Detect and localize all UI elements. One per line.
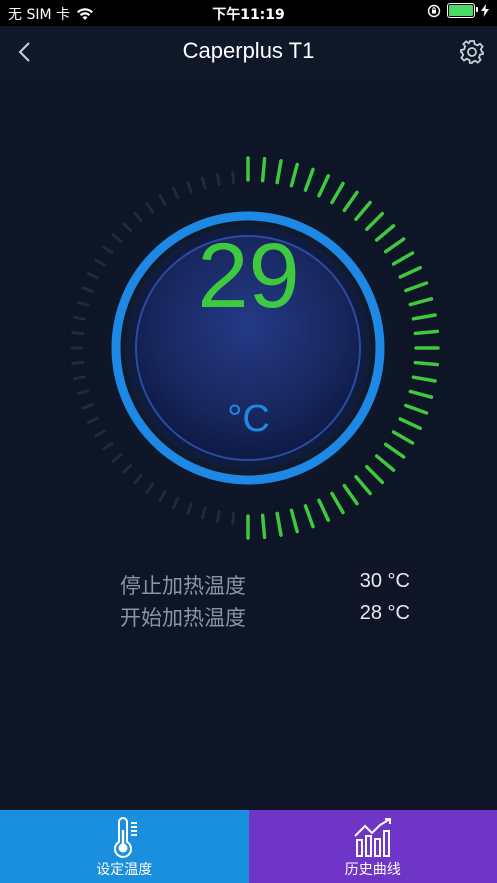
gauge-tick-active bbox=[289, 162, 299, 188]
gauge-tick bbox=[133, 211, 143, 223]
gauge-tick bbox=[200, 506, 207, 520]
status-time: 下午11:19 bbox=[212, 7, 285, 23]
gauge-tick-active bbox=[354, 474, 372, 496]
gauge-tick-active bbox=[408, 389, 434, 399]
status-right bbox=[427, 3, 489, 18]
status-bar: 无 SIM 卡 下午11:19 bbox=[0, 0, 497, 26]
gauge-tick bbox=[122, 463, 133, 474]
gauge-tick-active bbox=[330, 491, 345, 515]
orientation-lock-icon bbox=[427, 4, 441, 17]
gauge-tick-active bbox=[303, 167, 315, 192]
stop-heating-label: 停止加热温度 bbox=[120, 574, 246, 598]
gauge-tick bbox=[215, 173, 221, 187]
gauge-tick bbox=[158, 194, 167, 206]
gauge-tick-active bbox=[342, 190, 359, 213]
start-heating-row: 开始加热温度 28 °C bbox=[120, 602, 410, 632]
tab-set-temperature-label: 设定温度 bbox=[96, 862, 153, 878]
temperature-unit: °C bbox=[227, 398, 270, 440]
tab-history-curve[interactable]: 历史曲线 bbox=[248, 810, 497, 883]
app-screen: 无 SIM 卡 下午11:19 Caperplus T1 29 °C 停止加热温… bbox=[0, 0, 497, 883]
gauge-tick-active bbox=[354, 200, 372, 222]
page-title: Caperplus T1 bbox=[182, 38, 315, 63]
start-heating-value: 28 °C bbox=[359, 602, 410, 624]
gauge-tick bbox=[71, 360, 85, 365]
gear-icon[interactable] bbox=[459, 39, 485, 65]
gauge-tick bbox=[158, 490, 167, 502]
stop-heating-value: 30 °C bbox=[359, 570, 410, 592]
tab-set-temperature[interactable]: 设定温度 bbox=[0, 810, 249, 883]
gauge-tick bbox=[145, 482, 155, 494]
nav-bar: Caperplus T1 bbox=[0, 26, 497, 79]
gauge-tick bbox=[111, 453, 123, 463]
gauge-tick-active bbox=[260, 513, 267, 540]
gauge-tick-active bbox=[289, 508, 299, 534]
gauge-tick bbox=[200, 176, 207, 190]
gauge-tick-active bbox=[411, 375, 437, 383]
gauge-tick bbox=[215, 509, 221, 523]
gauge-tick-active bbox=[413, 360, 440, 367]
battery-icon bbox=[447, 3, 478, 18]
gauge-tick-active bbox=[317, 174, 331, 198]
gauge-tick bbox=[102, 441, 114, 451]
gauge-tick-active bbox=[342, 483, 359, 506]
gauge-tick-active bbox=[330, 181, 345, 205]
gauge-tick bbox=[76, 389, 90, 396]
gauge-tick bbox=[172, 496, 180, 510]
gauge-tick-active bbox=[303, 504, 315, 529]
gauge-tick-active bbox=[365, 465, 385, 485]
tab-bar: 设定温度 历史曲线 bbox=[0, 810, 497, 883]
gauge-tick-active bbox=[365, 211, 385, 231]
current-temperature: 29 bbox=[197, 225, 300, 327]
gauge-tick-active bbox=[275, 159, 283, 185]
gauge-tick bbox=[71, 331, 85, 336]
gauge-tick bbox=[145, 202, 155, 214]
gauge-tick bbox=[172, 186, 180, 200]
tab-history-curve-label: 历史曲线 bbox=[344, 862, 401, 878]
gauge-tick-active bbox=[260, 156, 267, 183]
gauge-tick-active bbox=[374, 454, 396, 472]
gauge-tick bbox=[231, 511, 236, 525]
gauge-tick-active bbox=[275, 511, 283, 537]
charging-bolt-icon bbox=[481, 4, 489, 17]
gauge-tick-active bbox=[413, 329, 440, 336]
gauge-tick-active bbox=[383, 442, 406, 459]
start-heating-label: 开始加热温度 bbox=[120, 606, 246, 630]
gauge-tick-active bbox=[317, 498, 331, 522]
chart-icon bbox=[354, 818, 391, 857]
thermometer-icon bbox=[114, 817, 138, 858]
stop-heating-row: 停止加热温度 30 °C bbox=[120, 570, 410, 600]
gauge-tick bbox=[133, 473, 143, 485]
gauge-tick bbox=[231, 171, 236, 185]
gauge-tick bbox=[186, 181, 193, 194]
gauge-tick bbox=[186, 502, 193, 515]
gauge-tick bbox=[73, 375, 87, 381]
